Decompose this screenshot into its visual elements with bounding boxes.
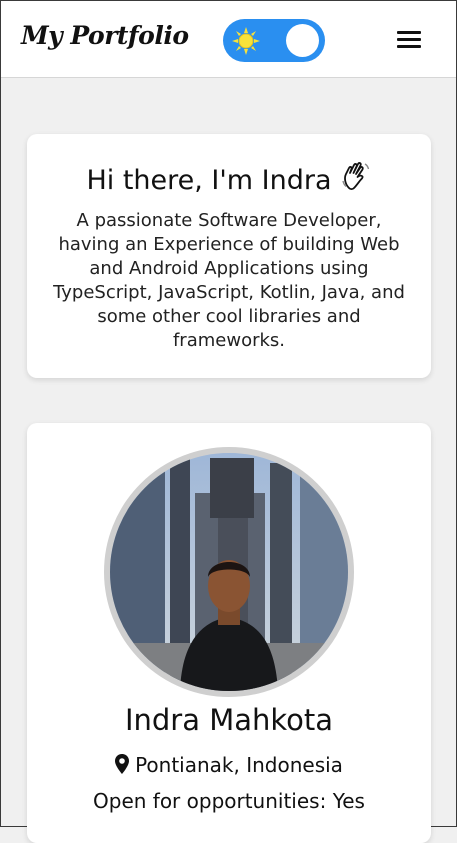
- location-text: Pontianak, Indonesia: [135, 753, 343, 777]
- greeting-heading: Hi there, I'm Indra: [45, 160, 413, 199]
- greeting-text: Hi there, I'm Indra: [86, 165, 332, 196]
- navbar: My Portfolio: [1, 1, 456, 78]
- profile-name: Indra Mahkota: [124, 703, 334, 737]
- site-logo[interactable]: My Portfolio: [21, 21, 189, 50]
- hamburger-menu-icon[interactable]: [397, 31, 421, 49]
- waving-hand-icon: [340, 160, 372, 199]
- profile-card: Indra Mahkota Pontianak, Indonesia Open …: [27, 423, 431, 843]
- intro-description: A passionate Software Developer, having …: [53, 210, 405, 351]
- profile-photo: [104, 447, 354, 697]
- intro-card: Hi there, I'm Indra A passionate Softwar…: [27, 134, 431, 378]
- toggle-knob[interactable]: [286, 24, 319, 57]
- availability-status: Open for opportunities: Yes: [93, 789, 365, 813]
- location-pin-icon: [115, 754, 130, 779]
- sun-icon: [232, 27, 260, 55]
- theme-toggle[interactable]: [223, 19, 325, 62]
- profile-location: Pontianak, Indonesia: [27, 753, 431, 779]
